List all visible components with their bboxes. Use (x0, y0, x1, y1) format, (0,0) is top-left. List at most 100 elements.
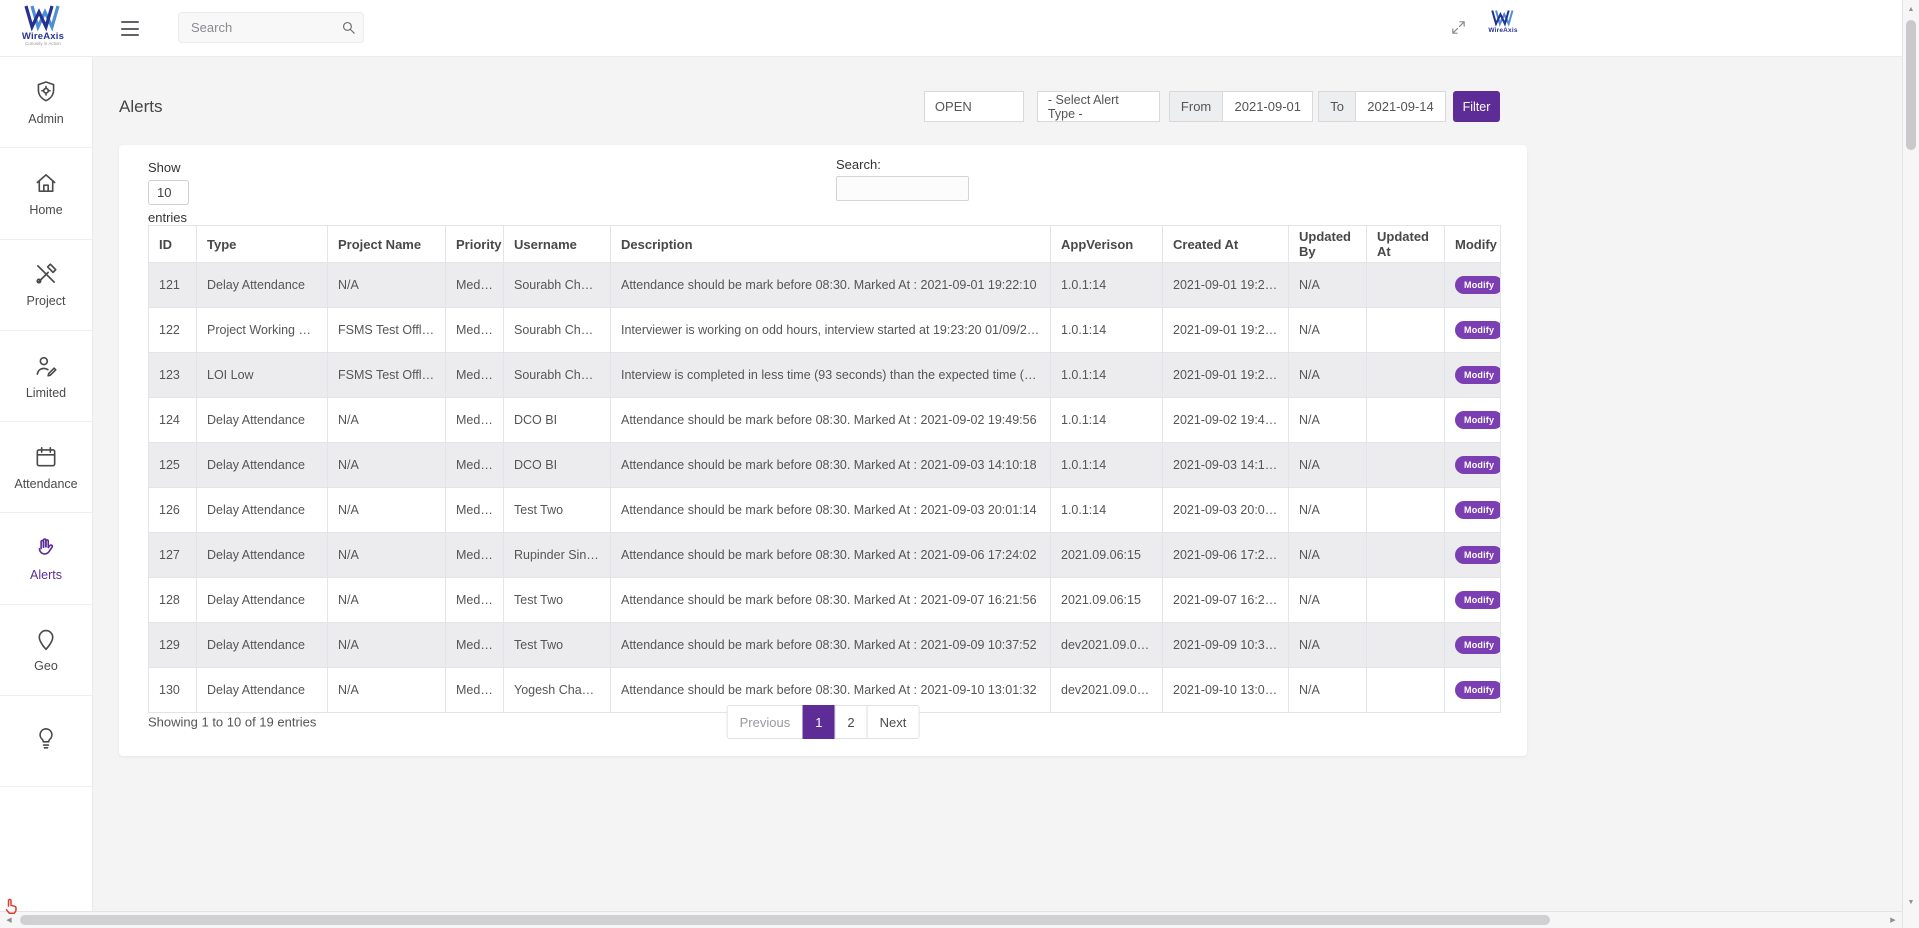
cell-updated-at (1367, 398, 1445, 443)
pagination-page-2[interactable]: 2 (834, 705, 867, 739)
modify-button[interactable]: Modify (1455, 591, 1501, 609)
column-header-updated-by[interactable]: Updated By (1289, 226, 1367, 263)
cell-app-version: 1.0.1:14 (1051, 353, 1163, 398)
modify-button[interactable]: Modify (1455, 681, 1501, 699)
table-search-control: Search: (836, 157, 969, 201)
alert-filters: OPEN - Select Alert Type - From 2021-09-… (924, 91, 1500, 122)
modify-button[interactable]: Modify (1455, 411, 1501, 429)
alert-type-select[interactable]: - Select Alert Type - (1037, 91, 1160, 122)
vertical-scroll-thumb[interactable] (1906, 20, 1916, 150)
sidebar-item-limited[interactable]: Limited (0, 331, 92, 422)
fullscreen-icon[interactable] (1448, 19, 1468, 39)
table-row: 125 Delay Attendance N/A Medium DCO BI A… (149, 443, 1501, 488)
alerts-hand-icon (33, 535, 59, 561)
modify-button[interactable]: Modify (1455, 546, 1501, 564)
cell-priority: Medium (446, 353, 504, 398)
cell-modify: Modify (1445, 533, 1501, 578)
cell-app-version: 2021.09.06:15 (1051, 533, 1163, 578)
pagination-previous[interactable]: Previous (727, 705, 804, 739)
modify-button[interactable]: Modify (1455, 366, 1501, 384)
sidebar-item-alerts[interactable]: Alerts (0, 513, 92, 604)
sidebar-item-home[interactable]: Home (0, 148, 92, 239)
modify-button[interactable]: Modify (1455, 276, 1501, 294)
sidebar-item-attendance[interactable]: Attendance (0, 422, 92, 513)
brand-logo-right[interactable]: WireAxis (1484, 8, 1522, 34)
column-header-id[interactable]: ID (149, 226, 197, 263)
cell-type: Project Working Hours (197, 308, 328, 353)
from-label: From (1169, 91, 1223, 122)
sidebar-item-label: Project (27, 294, 66, 308)
cell-type: Delay Attendance (197, 533, 328, 578)
sidebar-item-more[interactable] (0, 696, 92, 787)
search-icon[interactable] (333, 19, 363, 36)
cell-updated-by: N/A (1289, 263, 1367, 308)
cell-app-version: dev2021.09.06:15 (1051, 623, 1163, 668)
horizontal-scrollbar[interactable]: ◀ ▶ (0, 911, 1902, 928)
cell-created-at: 2021-09-06 17:24:02 (1163, 533, 1289, 578)
cell-updated-at (1367, 533, 1445, 578)
scroll-down-icon[interactable]: ▼ (1903, 894, 1919, 910)
cell-id: 123 (149, 353, 197, 398)
cell-priority: Medium (446, 263, 504, 308)
cell-description: Interview is completed in less time (93 … (611, 353, 1051, 398)
cell-project-name: N/A (328, 578, 446, 623)
cell-description: Attendance should be mark before 08:30. … (611, 263, 1051, 308)
modify-button[interactable]: Modify (1455, 456, 1501, 474)
modify-button[interactable]: Modify (1455, 636, 1501, 654)
column-header-username[interactable]: Username (504, 226, 611, 263)
modify-button[interactable]: Modify (1455, 321, 1501, 339)
status-select[interactable]: OPEN (924, 91, 1024, 122)
pagination-next[interactable]: Next (867, 705, 920, 739)
cell-priority: Medium (446, 533, 504, 578)
column-header-created-at[interactable]: Created At (1163, 226, 1289, 263)
cell-username: Rupinder Singh (504, 533, 611, 578)
from-date-input[interactable]: 2021-09-01 (1223, 91, 1313, 122)
sidebar-item-project[interactable]: Project (0, 240, 92, 331)
scroll-right-icon[interactable]: ▶ (1885, 912, 1901, 928)
to-label: To (1318, 91, 1356, 122)
column-header-appverison[interactable]: AppVerison (1051, 226, 1163, 263)
search-input[interactable] (179, 20, 333, 35)
pagination-page-1[interactable]: 1 (802, 705, 835, 739)
app-root: WireAxis Curiosity in Action WireAxis (0, 0, 1919, 928)
cell-type: Delay Attendance (197, 443, 328, 488)
column-header-priority[interactable]: Priority (446, 226, 504, 263)
cell-description: Attendance should be mark before 08:30. … (611, 488, 1051, 533)
sidebar-item-label: Geo (34, 659, 58, 673)
modify-button[interactable]: Modify (1455, 501, 1501, 519)
page-header: Alerts OPEN - Select Alert Type - From 2… (119, 91, 1527, 122)
cell-priority: Medium (446, 398, 504, 443)
column-header-project-name[interactable]: Project Name (328, 226, 446, 263)
to-date-input[interactable]: 2021-09-14 (1356, 91, 1446, 122)
column-header-updated-at[interactable]: Updated At (1367, 226, 1445, 263)
column-header-description[interactable]: Description (611, 226, 1051, 263)
cell-updated-at (1367, 308, 1445, 353)
cell-description: Interviewer is working on odd hours, int… (611, 308, 1051, 353)
cell-type: Delay Attendance (197, 488, 328, 533)
sidebar-item-admin[interactable]: Admin (0, 57, 92, 148)
sidebar-item-geo[interactable]: Geo (0, 605, 92, 696)
brand-logo[interactable]: WireAxis Curiosity in Action (12, 2, 74, 47)
menu-toggle-icon[interactable] (121, 21, 139, 36)
scroll-up-icon[interactable]: ▲ (1903, 1, 1919, 17)
column-header-type[interactable]: Type (197, 226, 328, 263)
cell-description: Attendance should be mark before 08:30. … (611, 578, 1051, 623)
entries-length-select[interactable]: 10 (148, 180, 189, 205)
table-search-input[interactable] (836, 176, 969, 201)
sidebar-item-label: Alerts (30, 568, 62, 582)
cell-updated-at (1367, 263, 1445, 308)
filter-button[interactable]: Filter (1453, 91, 1500, 122)
cell-created-at: 2021-09-07 16:21:56 (1163, 578, 1289, 623)
topbar-search (178, 12, 364, 43)
to-date-group: To 2021-09-14 (1318, 91, 1446, 122)
cell-modify: Modify (1445, 263, 1501, 308)
table-row: 123 LOI Low FSMS Test Offline Medium Sou… (149, 353, 1501, 398)
main-content: Alerts OPEN - Select Alert Type - From 2… (93, 57, 1902, 928)
limited-user-icon (33, 353, 59, 379)
vertical-scrollbar[interactable]: ▲ ▼ (1902, 0, 1919, 928)
brand-name-right: WireAxis (1484, 27, 1522, 34)
column-header-modify[interactable]: Modify (1445, 226, 1501, 263)
cell-modify: Modify (1445, 353, 1501, 398)
horizontal-scroll-thumb[interactable] (20, 915, 1550, 925)
cell-project-name: N/A (328, 533, 446, 578)
